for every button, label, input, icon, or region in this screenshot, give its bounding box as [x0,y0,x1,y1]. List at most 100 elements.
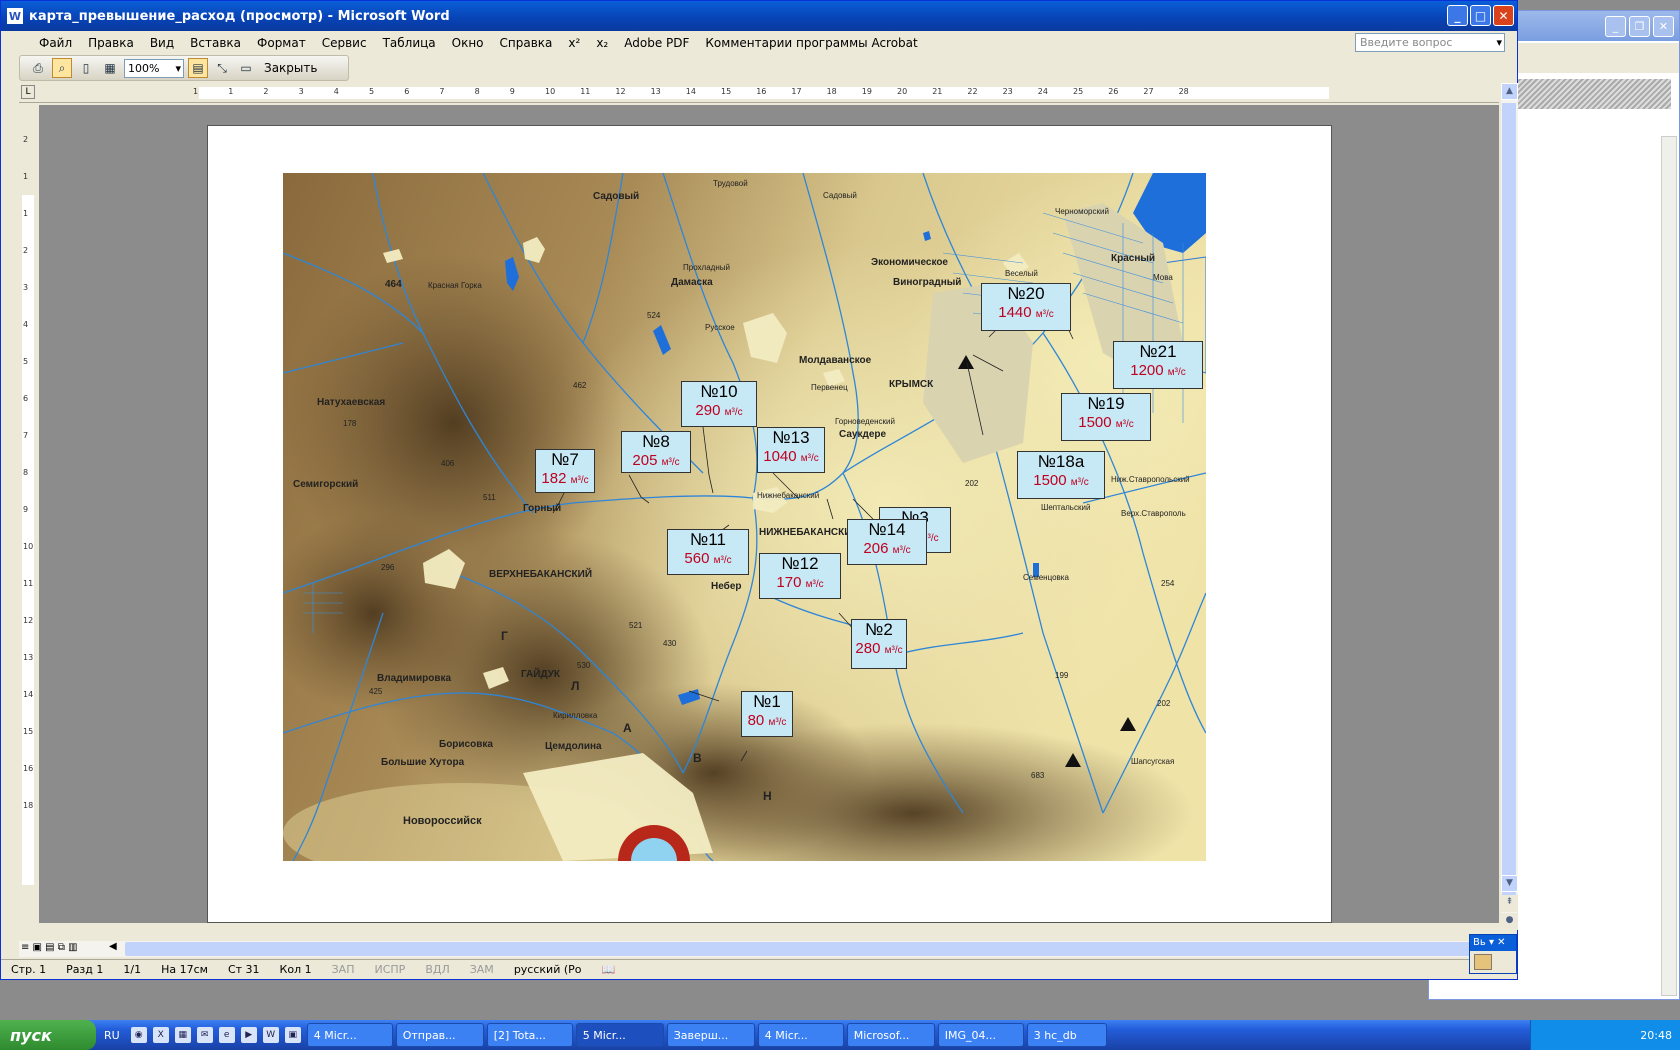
vertical-ruler-tick: 13 [23,653,34,662]
map-label: Красный [1111,253,1156,264]
relief-map[interactable]: Садовый Трудовой Садовый Экономическое К… [283,173,1206,861]
peak-label: 425 [369,687,383,696]
taskbar-item[interactable]: 3 hc_db [1026,1023,1107,1047]
map-label: Цемдолина [545,741,602,752]
outlook-icon[interactable]: ✉ [196,1027,213,1043]
callout-point-21[interactable]: №21 1200 м³/с [1113,341,1203,389]
menu-format[interactable]: Формат [249,33,314,53]
start-button[interactable]: пуск [0,1020,96,1050]
spelling-icon[interactable]: 📖 [592,963,626,976]
callout-point-8[interactable]: №8 205 м³/с [621,431,691,473]
callout-point-12[interactable]: №12 170 м³/с [759,553,841,599]
map-label: Натухаевская [317,397,386,408]
menu-help[interactable]: Справка [492,33,561,53]
menu-view[interactable]: Вид [142,33,182,53]
close-icon[interactable]: ✕ [1653,16,1674,37]
ruler-tick: 2 [263,87,269,96]
status-record[interactable]: ЗАП [322,963,365,976]
quicklaunch-icon[interactable]: ◉ [130,1027,147,1043]
menu-acrobat-comments[interactable]: Комментарии программы Acrobat [697,33,925,53]
status-track-changes[interactable]: ИСПР [364,963,415,976]
restore-icon[interactable]: ❐ [1629,16,1650,37]
vertical-ruler[interactable]: 2 1 1 2 3 4 5 6 7 8 9 10 11 12 13 14 15 16 18 [19,105,37,923]
menu-window[interactable]: Окно [444,33,492,53]
menu-insert[interactable]: Вставка [182,33,249,53]
callout-point-1[interactable]: №1 80 м³/с [741,691,793,737]
callout-point-10[interactable]: №10 290 м³/с [681,381,757,427]
map-label: Верх.Ставрополь [1121,509,1186,518]
excel-icon[interactable]: X [152,1027,169,1043]
background-scrollbar[interactable] [1661,136,1677,996]
menu-tools[interactable]: Сервис [314,33,375,53]
menu-adobe-pdf[interactable]: Adobe PDF [616,33,697,53]
view-buttons[interactable]: ≡ ▣ ▤ ⧉ ▥ [21,942,78,953]
superscript-icon[interactable]: x² [560,33,588,53]
status-overtype[interactable]: ЗАМ [460,963,504,976]
scrollbar-thumb[interactable] [1502,103,1516,903]
shrink-to-fit-icon[interactable]: ⤡ [212,58,232,78]
tab-selector-icon[interactable]: L [21,85,35,99]
taskbar-item[interactable]: Microsof... [846,1023,935,1047]
callout-point-18a[interactable]: №18а 1500 м³/с [1017,451,1105,499]
menu-file[interactable]: Файл [31,33,80,53]
browse-object-icon[interactable]: ● [1501,913,1518,930]
scroll-down-icon[interactable]: ▼ [1501,875,1518,892]
callout-point-13[interactable]: №13 1040 м³/с [757,427,825,473]
word-quick-icon[interactable]: W [262,1027,279,1043]
map-label: Молдаванское [799,355,872,366]
vertical-scrollbar[interactable]: ▲ ▼ ⇞ ● [1501,83,1518,930]
draw-icon[interactable] [1474,954,1492,970]
word-icon[interactable]: W [7,8,23,24]
clock[interactable]: 20:48 [1640,1029,1672,1042]
scroll-left-icon[interactable]: ◀ [109,941,117,952]
minimize-icon[interactable]: _ [1605,16,1626,37]
taskbar-item[interactable]: IMG_04... [937,1023,1024,1047]
horizontal-ruler[interactable]: L 1 1 2 3 4 5 6 7 8 9 10 11 12 13 14 15 16 17 18 19 20 21 22 23… [19,83,1499,103]
multiple-pages-icon[interactable]: ▦ [100,58,120,78]
peak-label: 199 [1055,671,1069,680]
magnifier-icon[interactable]: ⌕ [52,58,72,78]
callout-point-7[interactable]: №7 182 м³/с [535,449,595,493]
ruler-tick: 3 [298,87,304,96]
status-extend[interactable]: ВДЛ [415,963,459,976]
peak-label: 462 [573,381,587,390]
view-ruler-icon[interactable]: ▤ [188,58,208,78]
subscript-icon[interactable]: x₂ [588,33,616,53]
horizontal-scrollbar[interactable]: ≡ ▣ ▤ ⧉ ▥ ◀ [19,941,1499,957]
taskbar-item[interactable]: 4 Micr... [757,1023,844,1047]
ask-question-input[interactable]: Введите вопрос [1355,33,1505,52]
close-preview-button[interactable]: Закрыть [260,61,321,75]
one-page-icon[interactable]: ▯ [76,58,96,78]
full-screen-icon[interactable]: ▭ [236,58,256,78]
taskbar-item[interactable]: Отправ... [395,1023,484,1047]
callout-point-11[interactable]: №11 560 м³/с [667,529,749,575]
map-label: Шептальский [1041,503,1091,512]
close-button[interactable]: ✕ [1493,5,1514,26]
taskbar-item[interactable]: 4 Micr... [306,1023,393,1047]
ie-icon[interactable]: e [218,1027,235,1043]
callout-point-19[interactable]: №19 1500 м³/с [1061,393,1151,441]
menu-table[interactable]: Таблица [375,33,444,53]
scroll-up-icon[interactable]: ▲ [1501,83,1518,100]
previous-page-icon[interactable]: ⇞ [1501,895,1518,912]
zoom-select[interactable]: 100% [124,58,184,78]
taskbar-item[interactable]: [2] Tota... [486,1023,573,1047]
peak-label: 178 [343,419,357,428]
maximize-button[interactable]: □ [1470,5,1491,26]
folder-icon[interactable]: ▣ [284,1027,301,1043]
callout-point-2[interactable]: №2 280 м³/с [851,619,907,669]
print-icon[interactable]: ⎙ [28,58,48,78]
callout-point-14[interactable]: №14 206 м³/с [847,519,927,565]
taskbar-item-active[interactable]: 5 Micr... [575,1023,664,1047]
taskbar-item[interactable]: Заверш... [666,1023,755,1047]
explorer-icon[interactable]: ▦ [174,1027,191,1043]
horizontal-scrollbar-thumb[interactable] [125,942,1485,956]
callout-point-20[interactable]: №20 1440 м³/с [981,283,1071,331]
language-indicator[interactable]: RU [96,1029,128,1042]
menu-edit[interactable]: Правка [80,33,142,53]
vertical-ruler-tick: 6 [23,394,29,403]
range-letter: Л [571,679,580,693]
floating-panel[interactable]: Вь ▾ ✕ [1469,934,1517,974]
media-icon[interactable]: ▶ [240,1027,257,1043]
minimize-button[interactable]: _ [1447,5,1468,26]
